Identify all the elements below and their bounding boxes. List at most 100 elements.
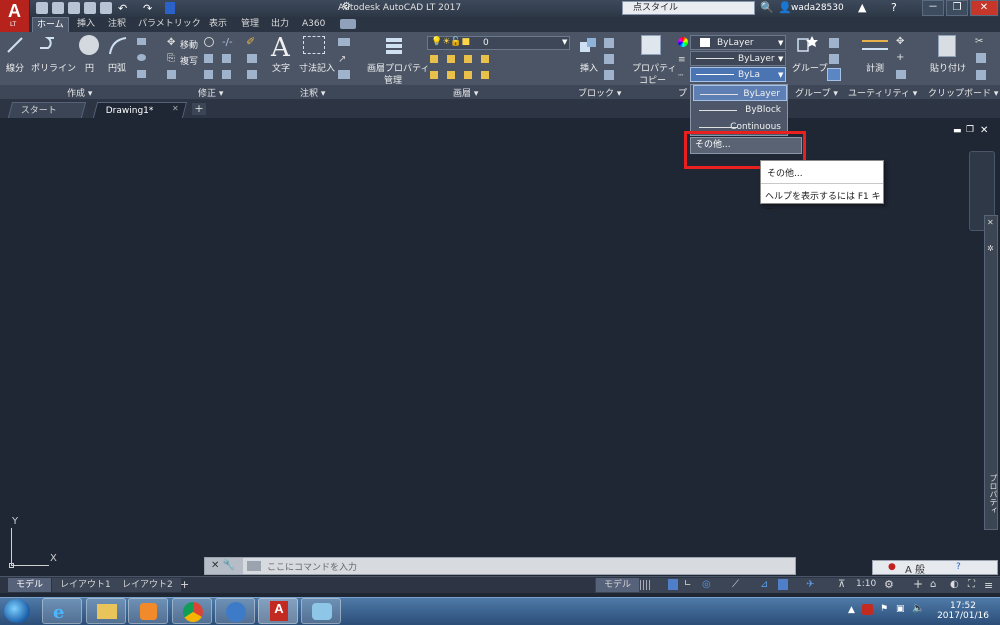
- ui-lock-icon[interactable]: ⌂: [930, 579, 936, 590]
- trim-icon[interactable]: -/-: [222, 37, 233, 48]
- ribbon-toggle-icon[interactable]: [340, 19, 356, 29]
- edit-block-icon[interactable]: [604, 54, 614, 64]
- osnap-icon[interactable]: ⟋: [732, 579, 739, 590]
- tab-layout1[interactable]: レイアウト1: [52, 578, 119, 592]
- new-tab-icon[interactable]: +: [192, 103, 206, 115]
- undo-icon[interactable]: ↶: [118, 2, 127, 15]
- tab-manage[interactable]: 管理: [237, 17, 263, 32]
- user-icon[interactable]: 👤: [778, 1, 792, 14]
- linetype-option-bylayer[interactable]: ByLayer: [693, 85, 787, 101]
- tab-model[interactable]: モデル: [8, 578, 52, 592]
- modify-panel-label[interactable]: 修正 ▾: [198, 86, 223, 99]
- clock[interactable]: 17:52 2017/01/16: [930, 601, 996, 621]
- dimension-button[interactable]: 寸法記入: [299, 61, 335, 74]
- line-icon[interactable]: [6, 36, 24, 54]
- tab-insert[interactable]: 挿入: [73, 17, 99, 32]
- clipboard-icon[interactable]: [976, 70, 986, 80]
- measure-button[interactable]: 計測: [866, 61, 884, 74]
- quick-select-icon[interactable]: ✥: [896, 36, 904, 47]
- annotation-scale-value[interactable]: 1:10: [856, 579, 876, 589]
- customize-icon[interactable]: ≡: [984, 579, 993, 592]
- polyline-icon[interactable]: [38, 36, 58, 54]
- match-properties-icon[interactable]: [641, 35, 661, 55]
- palette-settings-icon[interactable]: ✲: [987, 244, 994, 253]
- close-tab-icon[interactable]: ✕: [172, 104, 179, 113]
- tab-parametric[interactable]: パラメトリック: [134, 17, 205, 32]
- isodraft-icon[interactable]: ◎: [702, 579, 711, 590]
- print-icon[interactable]: [100, 2, 112, 14]
- media-player-icon[interactable]: [128, 598, 168, 624]
- move-button[interactable]: 移動: [180, 38, 198, 51]
- open-icon[interactable]: [52, 2, 64, 14]
- cut-icon[interactable]: ✂: [975, 36, 983, 47]
- leader-icon[interactable]: ↗: [338, 54, 346, 65]
- workspace-icon[interactable]: [165, 2, 175, 14]
- stretch-icon[interactable]: [167, 70, 176, 79]
- search-input[interactable]: 点スタイル: [622, 1, 755, 15]
- help-bubble-icon[interactable]: ?: [956, 562, 961, 572]
- polyline-button[interactable]: ポリライン: [31, 61, 76, 74]
- internet-explorer-icon[interactable]: e: [42, 598, 82, 624]
- ellipse-icon[interactable]: [137, 54, 146, 61]
- tab-start[interactable]: スタート: [7, 102, 87, 118]
- measure-icon[interactable]: [862, 40, 888, 50]
- circle-icon[interactable]: [79, 35, 99, 55]
- tab-a360[interactable]: A360: [298, 17, 329, 32]
- paste-button[interactable]: 貼り付け: [930, 61, 966, 74]
- tray-chevron-icon[interactable]: ▲: [848, 605, 855, 615]
- annotation-visibility-icon[interactable]: ✈: [806, 579, 814, 590]
- copy-icon[interactable]: ⎘: [167, 53, 175, 64]
- mirror-icon[interactable]: [204, 54, 213, 63]
- file-explorer-icon[interactable]: [86, 598, 126, 624]
- start-button-icon[interactable]: [4, 599, 30, 623]
- chrome-icon[interactable]: [172, 598, 212, 624]
- close-palette-icon[interactable]: ✕: [987, 218, 994, 227]
- autodesk-a360-icon[interactable]: ▲: [858, 1, 866, 14]
- ime-indicator[interactable]: A 般: [905, 561, 925, 576]
- lineweight-display-icon[interactable]: [778, 579, 788, 590]
- insert-button[interactable]: 挿入: [580, 61, 598, 74]
- tray-autocad-icon[interactable]: [862, 604, 873, 615]
- copy-button[interactable]: 複写: [180, 54, 198, 67]
- volume-icon[interactable]: 🔈: [912, 603, 924, 614]
- fillet-icon[interactable]: [222, 54, 231, 63]
- layer-tools-row2-icon[interactable]: [430, 71, 496, 79]
- workspace-gear-icon[interactable]: ⚙: [884, 578, 894, 591]
- command-line-buttons[interactable]: ✕ 🔧: [205, 558, 243, 574]
- model-space-button[interactable]: モデル: [596, 578, 640, 592]
- tab-home[interactable]: ホーム: [32, 17, 69, 32]
- arc-icon[interactable]: [108, 36, 128, 56]
- command-line[interactable]: ✕ 🔧 ここにコマンドを入力: [204, 557, 796, 575]
- layer-properties-icon[interactable]: [384, 35, 406, 55]
- save-as-icon[interactable]: [84, 2, 96, 14]
- annotation-scale-icon[interactable]: ⊼: [838, 579, 845, 590]
- scale-icon[interactable]: [204, 70, 213, 79]
- arc-button[interactable]: 円弧: [108, 61, 126, 74]
- layer-tools-row1-icon[interactable]: [430, 55, 496, 63]
- match-properties-button-line2[interactable]: コピー: [639, 73, 666, 86]
- isolate-icon[interactable]: ◐: [950, 579, 959, 590]
- alert-icon[interactable]: ●: [888, 562, 896, 572]
- circle-button[interactable]: 円: [85, 61, 94, 74]
- paste-icon[interactable]: [938, 35, 956, 57]
- groups-panel-label[interactable]: グループ ▾: [795, 86, 838, 99]
- group-selection-icon[interactable]: [827, 68, 841, 81]
- redo-icon[interactable]: ↷: [143, 2, 152, 15]
- linear-dim-icon[interactable]: [338, 38, 350, 46]
- new-icon[interactable]: [36, 2, 48, 14]
- maximize-button[interactable]: ❐: [946, 0, 968, 16]
- ungroup-icon[interactable]: [829, 38, 839, 48]
- fullscreen-icon[interactable]: ⛶: [968, 579, 975, 590]
- erase-icon[interactable]: ✐: [246, 35, 255, 48]
- rectangle-icon[interactable]: [137, 38, 146, 45]
- explode-icon[interactable]: [247, 54, 257, 63]
- grid-icon[interactable]: [640, 580, 650, 590]
- hatch-icon[interactable]: [137, 70, 146, 78]
- paint-icon[interactable]: [301, 598, 341, 624]
- tab-layout2[interactable]: レイアウト2: [114, 578, 181, 592]
- ortho-icon[interactable]: [668, 579, 678, 590]
- move-icon[interactable]: ✥: [167, 37, 175, 48]
- add-icon[interactable]: +: [913, 577, 923, 591]
- add-layout-icon[interactable]: +: [180, 578, 189, 591]
- text-button[interactable]: 文字: [272, 61, 290, 74]
